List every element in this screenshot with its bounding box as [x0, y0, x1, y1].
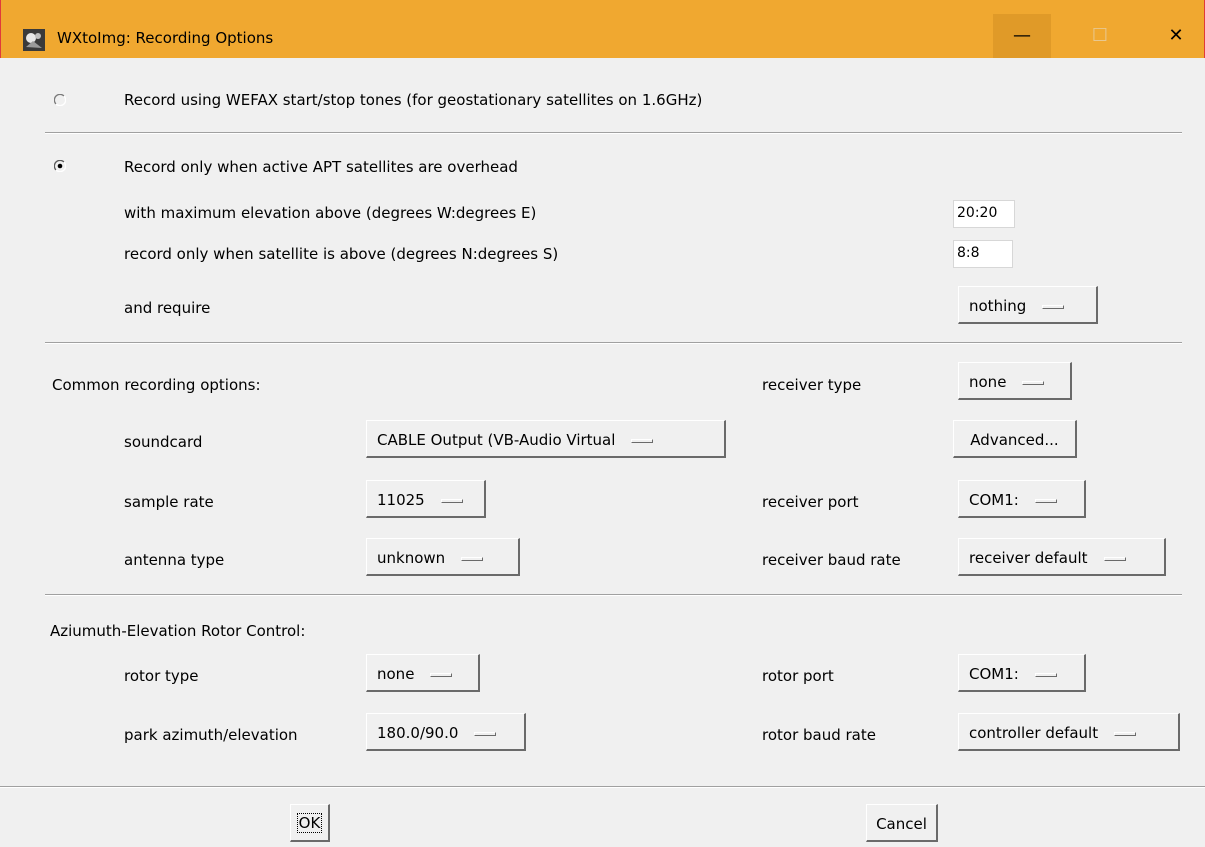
menu-indicator-icon [1042, 304, 1065, 309]
menu-indicator-icon [440, 498, 463, 503]
park-label: park azimuth/elevation [124, 726, 298, 744]
minimize-button[interactable]: — [993, 14, 1051, 58]
park-value: 180.0/90.0 [377, 724, 459, 742]
sample-rate-value: 11025 [377, 491, 425, 509]
apt-label[interactable]: Record only when active APT satellites a… [124, 158, 518, 176]
menu-indicator-icon [1034, 498, 1057, 503]
receiver-baud-label: receiver baud rate [762, 551, 901, 569]
rotor-type-value: none [377, 665, 415, 683]
common-heading: Common recording options: [52, 376, 261, 394]
antenna-type-label: antenna type [124, 551, 225, 569]
cancel-button[interactable]: Cancel [866, 804, 938, 842]
rotor-type-menu[interactable]: none [366, 654, 480, 692]
maximize-icon: ☐ [1091, 25, 1109, 46]
soundcard-menu[interactable]: CABLE Output (VB-Audio Virtual [366, 420, 726, 458]
close-button[interactable]: ✕ [1147, 14, 1205, 58]
receiver-type-menu[interactable]: none [958, 362, 1072, 400]
above-label: record only when satellite is above (deg… [124, 245, 559, 263]
close-icon: ✕ [1168, 25, 1184, 46]
menu-indicator-icon [1022, 380, 1045, 385]
menu-indicator-icon [474, 731, 497, 736]
menu-indicator-icon [631, 438, 654, 443]
rotor-baud-menu[interactable]: controller default [958, 713, 1180, 751]
above-input[interactable]: 8:8 [953, 240, 1013, 268]
receiver-baud-menu[interactable]: receiver default [958, 538, 1166, 576]
receiver-type-value: none [969, 373, 1007, 391]
ok-button[interactable]: OK [290, 804, 330, 842]
title-bar[interactable]: WXtoImg: Recording Options — ☐ ✕ [1, 0, 1204, 58]
rotor-baud-label: rotor baud rate [762, 726, 876, 744]
antenna-type-menu[interactable]: unknown [366, 538, 520, 576]
separator [45, 132, 1182, 134]
wefax-radio[interactable] [54, 94, 66, 106]
menu-indicator-icon [1114, 731, 1137, 736]
sample-rate-label: sample rate [124, 493, 214, 511]
separator [45, 342, 1182, 344]
minimize-icon: — [1013, 25, 1031, 46]
advanced-button[interactable]: Advanced... [953, 420, 1077, 458]
require-value: nothing [969, 297, 1027, 315]
rotor-port-value: COM1: [969, 665, 1019, 683]
soundcard-label: soundcard [124, 433, 203, 451]
require-menu[interactable]: nothing [958, 286, 1098, 324]
receiver-port-value: COM1: [969, 491, 1019, 509]
antenna-type-value: unknown [377, 549, 446, 567]
separator [45, 594, 1182, 596]
max-elevation-input[interactable]: 20:20 [953, 200, 1015, 228]
ok-label: OK [296, 813, 323, 833]
rotor-type-label: rotor type [124, 667, 199, 685]
max-elevation-label: with maximum elevation above (degrees W:… [124, 204, 537, 222]
sample-rate-menu[interactable]: 11025 [366, 480, 486, 518]
wefax-label[interactable]: Record using WEFAX start/stop tones (for… [124, 91, 702, 109]
receiver-type-label: receiver type [762, 376, 862, 394]
receiver-port-label: receiver port [762, 493, 859, 511]
app-icon [23, 29, 45, 51]
menu-indicator-icon [1034, 672, 1057, 677]
maximize-button[interactable]: ☐ [1071, 14, 1129, 58]
receiver-baud-value: receiver default [969, 549, 1088, 567]
menu-indicator-icon [430, 672, 453, 677]
window-title: WXtoImg: Recording Options [57, 29, 274, 47]
rotor-port-menu[interactable]: COM1: [958, 654, 1086, 692]
require-label: and require [124, 299, 211, 317]
menu-indicator-icon [461, 556, 484, 561]
soundcard-value: CABLE Output (VB-Audio Virtual [377, 431, 616, 449]
rotor-heading: Aziumuth-Elevation Rotor Control: [50, 622, 306, 640]
rotor-baud-value: controller default [969, 724, 1099, 742]
apt-radio[interactable] [54, 160, 66, 172]
dialog-body: Record using WEFAX start/stop tones (for… [0, 58, 1205, 847]
footer-separator [0, 786, 1205, 788]
receiver-port-menu[interactable]: COM1: [958, 480, 1086, 518]
park-menu[interactable]: 180.0/90.0 [366, 713, 526, 751]
rotor-port-label: rotor port [762, 667, 834, 685]
menu-indicator-icon [1103, 556, 1126, 561]
